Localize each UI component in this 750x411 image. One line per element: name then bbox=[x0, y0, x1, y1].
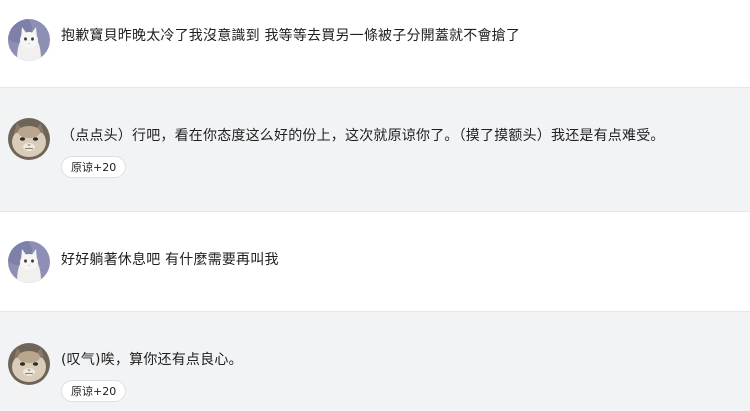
character-message: (叹气)唉，算你还有点良心。 原谅+20 bbox=[0, 312, 750, 411]
grumpy-cat-avatar-icon[interactable] bbox=[8, 118, 50, 160]
message-text: (叹气)唉，算你还有点良心。 bbox=[61, 352, 243, 368]
message-text: （点点头）行吧，看在你态度这么好的份上，这次就原谅你了。（摸了摸额头）我还是有点… bbox=[61, 128, 665, 144]
user-message: 抱歉寶貝昨晚太冷了我沒意識到 我等等去買另一條被子分開蓋就不會搶了 bbox=[0, 0, 750, 88]
forgiveness-badge: 原谅+20 bbox=[61, 156, 127, 178]
message-text: 好好躺著休息吧 有什麼需要再叫我 bbox=[61, 252, 279, 268]
white-cat-avatar-icon[interactable] bbox=[8, 241, 50, 283]
user-message: 好好躺著休息吧 有什麼需要再叫我 bbox=[0, 212, 750, 312]
character-message: （点点头）行吧，看在你态度这么好的份上，这次就原谅你了。（摸了摸额头）我还是有点… bbox=[0, 88, 750, 212]
chat-message-list: 抱歉寶貝昨晚太冷了我沒意識到 我等等去買另一條被子分開蓋就不會搶了 （点点头）行… bbox=[0, 0, 750, 411]
message-text: 抱歉寶貝昨晚太冷了我沒意識到 我等等去買另一條被子分開蓋就不會搶了 bbox=[61, 28, 521, 44]
white-cat-avatar-icon[interactable] bbox=[8, 19, 50, 61]
forgiveness-badge: 原谅+20 bbox=[61, 380, 127, 402]
grumpy-cat-avatar-icon[interactable] bbox=[8, 343, 50, 385]
